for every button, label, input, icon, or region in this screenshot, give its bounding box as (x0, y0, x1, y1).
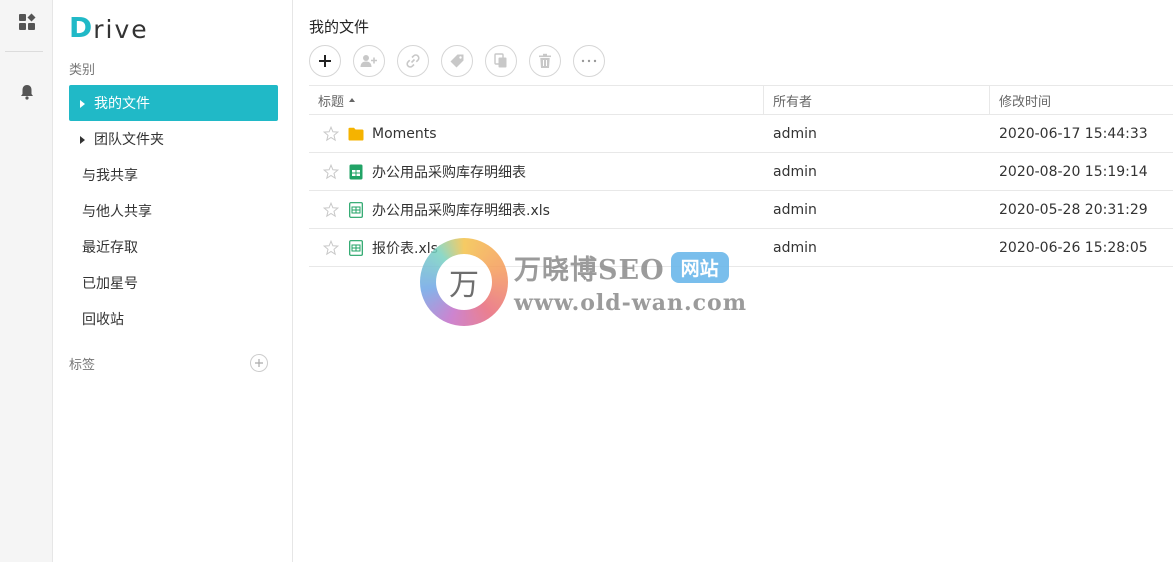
folder-icon (348, 126, 364, 142)
sidebar-item-3[interactable]: 与他人共享 (69, 193, 278, 229)
category-title: 类别 (69, 63, 96, 78)
table-row[interactable]: 办公用品采购库存明细表.xls admin 2020-05-28 20:31:29 (309, 191, 1173, 229)
left-rail (0, 0, 53, 562)
new-button[interactable] (309, 45, 341, 77)
share-user-button[interactable] (353, 45, 385, 77)
column-owner[interactable]: 所有者 (764, 86, 990, 114)
star-icon[interactable] (322, 239, 340, 257)
copy-icon (494, 53, 507, 68)
sidebar-item-label: 与他人共享 (82, 204, 152, 220)
sidebar-item-label: 我的文件 (94, 96, 150, 112)
sidebar-item-label: 最近存取 (82, 240, 138, 256)
column-owner-label: 所有者 (773, 94, 813, 110)
cell-modified: 2020-05-28 20:31:29 (999, 201, 1148, 218)
add-tag-button[interactable] (250, 354, 268, 372)
spreadsheet-icon (348, 164, 364, 180)
column-modified[interactable]: 修改时间 (990, 86, 1173, 114)
drive-app: D rive 类别 我的文件 团队文件夹 与我共享 与他人共享 最近存取 已加星号 回收站 … (0, 0, 1173, 562)
plus-icon (255, 359, 263, 367)
star-icon[interactable] (322, 163, 340, 181)
cell-modified: 2020-08-20 15:19:14 (999, 163, 1148, 180)
toolbar (309, 45, 605, 77)
cell-owner: admin (773, 201, 817, 218)
apps-button[interactable] (0, 2, 53, 42)
file-name[interactable]: 办公用品采购库存明细表 (372, 162, 526, 182)
caret-right-icon[interactable] (80, 100, 85, 108)
bell-icon (20, 85, 33, 100)
star-icon[interactable] (322, 125, 340, 143)
sidebar-item-2[interactable]: 与我共享 (69, 157, 278, 193)
table-row[interactable]: Moments admin 2020-06-17 15:44:33 (309, 115, 1173, 153)
sort-asc-icon (349, 98, 356, 102)
cell-title[interactable]: 报价表.xls (309, 229, 764, 266)
trash-icon (539, 53, 551, 68)
logo-d: D (69, 11, 93, 44)
column-title-label: 标题 (318, 94, 345, 110)
cell-title[interactable]: Moments (309, 115, 764, 152)
sidebar-item-label: 回收站 (82, 312, 124, 328)
copy-button[interactable] (485, 45, 517, 77)
sidebar-item-label: 团队文件夹 (94, 132, 164, 148)
file-name[interactable]: Moments (372, 126, 437, 142)
more-button[interactable] (573, 45, 605, 77)
table-row[interactable]: 办公用品采购库存明细表 admin 2020-08-20 15:19:14 (309, 153, 1173, 191)
sidebar-item-6[interactable]: 回收站 (69, 301, 278, 337)
cell-modified: 2020-06-26 15:28:05 (999, 239, 1148, 256)
column-title[interactable]: 标题 (309, 86, 764, 114)
column-modified-label: 修改时间 (999, 94, 1052, 110)
table-row[interactable]: 报价表.xls admin 2020-06-26 15:28:05 (309, 229, 1173, 267)
sidebar-nav: 我的文件团队文件夹与我共享与他人共享最近存取已加星号回收站 (69, 85, 278, 337)
cell-title[interactable]: 办公用品采购库存明细表 (309, 153, 764, 190)
rail-divider (5, 51, 43, 52)
sidebar: D rive 类别 我的文件 团队文件夹 与我共享 与他人共享 最近存取 已加星号 回收站 … (53, 0, 293, 562)
share-user-icon (360, 55, 377, 67)
sidebar-item-label: 已加星号 (82, 276, 138, 292)
link-button[interactable] (397, 45, 429, 77)
sidebar-item-0[interactable]: 我的文件 (69, 85, 278, 121)
table-header: 标题 所有者 修改时间 (309, 85, 1173, 115)
more-icon (581, 59, 597, 63)
tag-icon (450, 54, 464, 68)
tag-title: 标签 (69, 358, 96, 373)
tag-button[interactable] (441, 45, 473, 77)
xls-file-icon (348, 239, 364, 256)
cell-modified: 2020-06-17 15:44:33 (999, 125, 1148, 142)
file-name[interactable]: 办公用品采购库存明细表.xls (372, 200, 550, 220)
logo-text: rive (93, 15, 149, 44)
main-content: 我的文件 标题 所有者 修改时间 Moments admin 2020-06-1… (293, 0, 1173, 562)
file-name[interactable]: 报价表.xls (372, 238, 438, 258)
sidebar-item-1[interactable]: 团队文件夹 (69, 121, 278, 157)
delete-button[interactable] (529, 45, 561, 77)
cell-owner: admin (773, 125, 817, 142)
sidebar-item-4[interactable]: 最近存取 (69, 229, 278, 265)
file-table: 标题 所有者 修改时间 Moments admin 2020-06-17 15:44… (309, 85, 1173, 267)
cell-owner: admin (773, 163, 817, 180)
cell-owner: admin (773, 239, 817, 256)
plus-icon (319, 55, 331, 67)
notifications-button[interactable] (0, 72, 53, 112)
apps-grid-icon (18, 13, 35, 30)
link-icon (406, 54, 420, 68)
caret-right-icon[interactable] (80, 136, 85, 144)
table-body: Moments admin 2020-06-17 15:44:33 办公用品采购库存明… (309, 115, 1173, 267)
xls-file-icon (348, 201, 364, 218)
breadcrumb: 我的文件 (309, 18, 370, 36)
sidebar-item-5[interactable]: 已加星号 (69, 265, 278, 301)
drive-logo: D rive (69, 10, 149, 44)
sidebar-item-label: 与我共享 (82, 168, 138, 184)
star-icon[interactable] (322, 201, 340, 219)
cell-title[interactable]: 办公用品采购库存明细表.xls (309, 191, 764, 228)
